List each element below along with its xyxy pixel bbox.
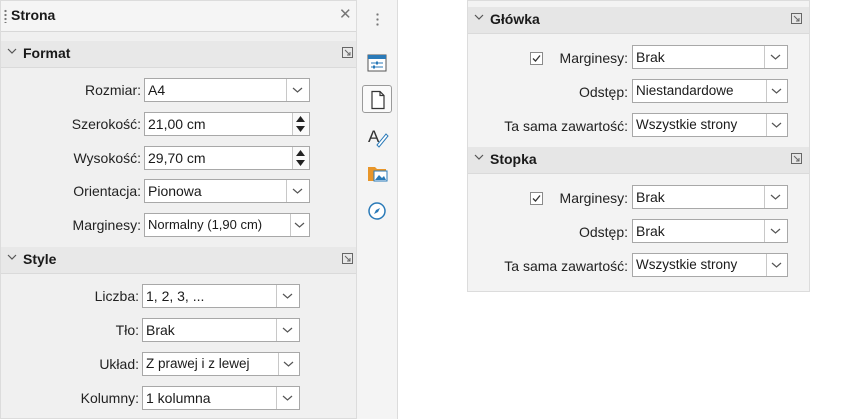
navigator-icon [368, 202, 386, 220]
sidebar-tab-bar: A [356, 0, 398, 419]
gallery-icon [368, 167, 388, 182]
footer-spacing-dropdown[interactable]: Brak [632, 219, 788, 243]
sidebar-page-panel: Strona ✕ Format Rozmiar: A4 Szerokość: 2… [0, 0, 357, 419]
tab-navigator[interactable] [362, 197, 392, 225]
chevron-down-icon[interactable] [764, 220, 787, 242]
size-value: A4 [148, 82, 166, 98]
spinner-icon[interactable] [292, 113, 309, 135]
columns-label: Kolumny: [80, 390, 139, 406]
number-label: Liczba: [94, 288, 139, 304]
height-label: Wysokość: [73, 150, 141, 166]
height-value: 29,70 cm [148, 150, 206, 166]
checkmark-icon [532, 55, 541, 62]
size-dropdown[interactable]: A4 [144, 78, 310, 102]
orientation-value: Pionowa [148, 183, 202, 199]
chevron-down-icon[interactable] [766, 114, 787, 136]
number-dropdown[interactable]: 1, 2, 3, ... [142, 284, 300, 308]
more-options-icon[interactable] [342, 47, 353, 58]
close-icon[interactable]: ✕ [339, 5, 352, 23]
margins-label: Marginesy: [72, 217, 141, 233]
chevron-down-icon [7, 48, 17, 54]
background-value: Brak [146, 322, 175, 338]
margins-dropdown[interactable]: Normalny (1,90 cm) [144, 213, 310, 237]
footer-margins-label: Marginesy: [559, 190, 628, 206]
chevron-down-icon[interactable] [764, 46, 787, 68]
footer-same-content-dropdown[interactable]: Wszystkie strony [632, 253, 788, 277]
footer-same-content-label: Ta sama zawartość: [504, 258, 628, 274]
layout-dropdown[interactable]: Z prawej i z lewej [142, 352, 300, 376]
width-spinbox[interactable]: 21,00 cm [144, 112, 310, 136]
header-margins-label: Marginesy: [559, 50, 628, 66]
header-margins-value: Brak [636, 49, 665, 65]
chevron-down-icon [474, 154, 484, 160]
footer-same-content-value: Wszystkie strony [636, 257, 738, 272]
header-spacing-dropdown[interactable]: Niestandardowe [632, 79, 788, 103]
footer-margins-value: Brak [636, 189, 665, 205]
header-footer-panel: Główka Marginesy: Brak Odstęp: Niestanda… [467, 0, 810, 292]
layout-label: Układ: [99, 356, 139, 372]
page-icon [371, 90, 385, 110]
section-header-format[interactable]: Format [1, 41, 356, 68]
tabbar-menu-icon[interactable] [376, 12, 379, 26]
tab-properties[interactable] [362, 50, 392, 78]
more-options-icon[interactable] [791, 13, 802, 24]
more-options-icon[interactable] [342, 253, 353, 264]
footer-spacing-value: Brak [636, 223, 665, 239]
header-same-content-label: Ta sama zawartość: [504, 118, 628, 134]
chevron-down-icon[interactable] [286, 79, 309, 101]
properties-icon [367, 54, 387, 72]
chevron-down-icon[interactable] [276, 285, 299, 307]
section-title: Stopka [490, 151, 537, 167]
chevron-down-icon [474, 14, 484, 20]
footer-spacing-label: Odstęp: [578, 224, 628, 240]
chevron-down-icon[interactable] [290, 214, 309, 236]
section-header-style[interactable]: Style [1, 247, 356, 274]
layout-value: Z prawej i z lewej [146, 356, 250, 371]
header-same-content-value: Wszystkie strony [636, 117, 738, 132]
section-title: Style [23, 251, 57, 267]
width-label: Szerokość: [71, 116, 141, 132]
background-label: Tło: [115, 322, 139, 338]
tab-styles[interactable]: A [362, 122, 392, 150]
orientation-dropdown[interactable]: Pionowa [144, 179, 310, 203]
checkmark-icon [532, 195, 541, 202]
header-spacing-value: Niestandardowe [636, 83, 734, 98]
panel-titlebar: Strona ✕ [1, 1, 356, 32]
header-same-content-dropdown[interactable]: Wszystkie strony [632, 113, 788, 137]
styles-icon: A [368, 127, 389, 148]
orientation-label: Orientacja: [73, 183, 141, 199]
header-margins-dropdown[interactable]: Brak [632, 45, 788, 69]
footer-margins-dropdown[interactable]: Brak [632, 185, 788, 209]
chevron-down-icon[interactable] [276, 319, 299, 341]
chevron-down-icon[interactable] [764, 186, 787, 208]
tab-gallery[interactable] [362, 160, 392, 188]
section-title: Format [23, 45, 71, 61]
height-spinbox[interactable]: 29,70 cm [144, 146, 310, 170]
section-title: Główka [490, 11, 540, 27]
chevron-down-icon[interactable] [766, 80, 787, 102]
tab-page[interactable] [362, 85, 392, 113]
size-label: Rozmiar: [84, 82, 141, 98]
section-header-footer[interactable]: Stopka [468, 147, 809, 174]
chevron-down-icon[interactable] [276, 387, 299, 409]
spinner-icon[interactable] [292, 147, 309, 169]
width-value: 21,00 cm [148, 116, 206, 132]
chevron-down-icon[interactable] [766, 254, 787, 276]
footer-margins-checkbox[interactable] [530, 192, 543, 205]
number-value: 1, 2, 3, ... [146, 288, 205, 304]
header-margins-checkbox[interactable] [530, 52, 543, 65]
panel-title: Strona [11, 7, 56, 23]
chevron-down-icon[interactable] [286, 180, 309, 202]
columns-dropdown[interactable]: 1 kolumna [142, 386, 300, 410]
header-spacing-label: Odstęp: [578, 84, 628, 100]
chevron-down-icon [7, 254, 17, 260]
more-options-icon[interactable] [791, 153, 802, 164]
columns-value: 1 kolumna [146, 390, 211, 406]
section-header-header[interactable]: Główka [468, 7, 809, 34]
drag-grip-icon[interactable] [4, 9, 7, 23]
chevron-down-icon[interactable] [278, 353, 299, 375]
background-dropdown[interactable]: Brak [142, 318, 300, 342]
margins-value: Normalny (1,90 cm) [148, 217, 263, 232]
